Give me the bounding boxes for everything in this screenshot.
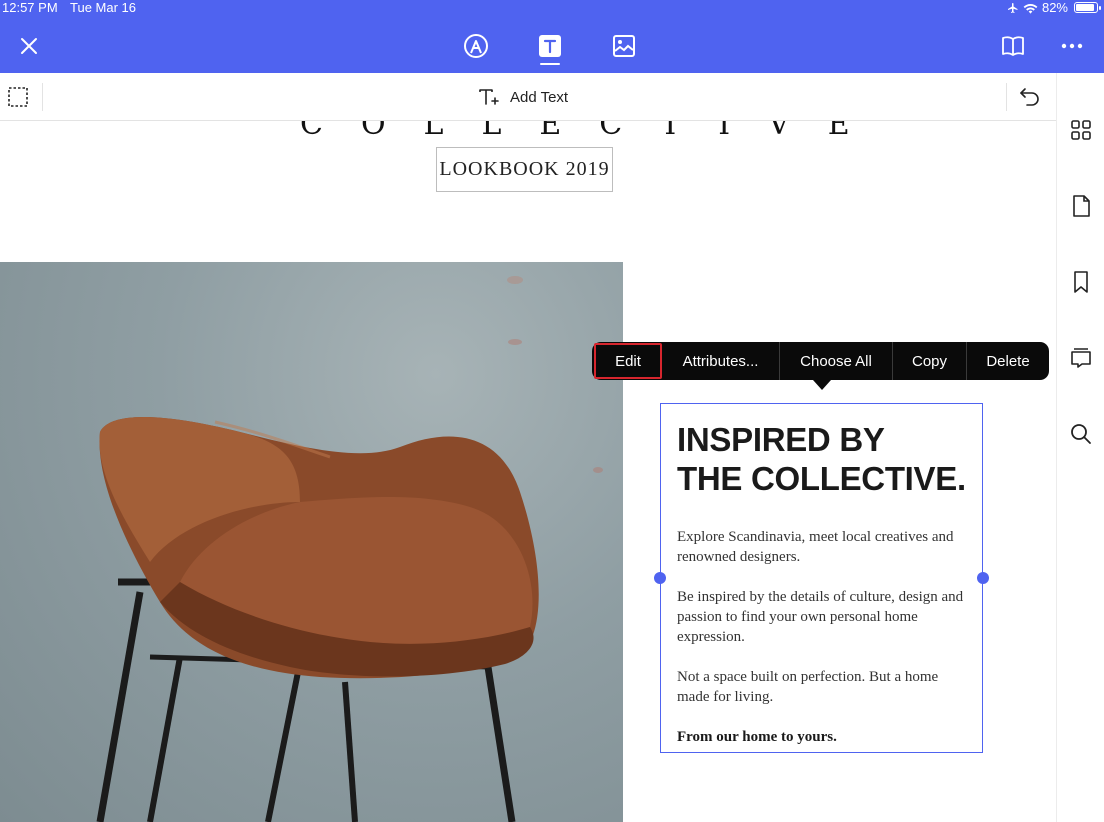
attributes-button[interactable]: Attributes...	[662, 342, 780, 380]
chair-photo[interactable]	[0, 262, 623, 822]
resize-handle-right[interactable]	[977, 572, 989, 584]
paragraph-1: Explore Scandinavia, meet local creative…	[677, 529, 954, 565]
chair-illustration	[96, 276, 603, 822]
edit-button[interactable]: Edit	[594, 343, 662, 379]
context-menu: Edit Attributes... Choose All Copy Delet…	[592, 342, 1049, 380]
bookmark-icon[interactable]	[1069, 270, 1093, 294]
book-icon[interactable]	[1000, 33, 1026, 59]
delete-button[interactable]: Delete	[967, 342, 1049, 380]
more-icon[interactable]	[1059, 33, 1085, 59]
document-page[interactable]: COLLECTIVE LOOKBOOK 2019 INSPIRED BY THE…	[0, 121, 1056, 822]
airplane-icon	[1007, 2, 1018, 13]
status-date: Tue Mar 16	[70, 0, 136, 15]
text-icon[interactable]	[537, 33, 563, 59]
choose-all-button[interactable]: Choose All	[780, 342, 893, 380]
battery-icon	[1074, 2, 1101, 13]
comment-icon[interactable]	[1069, 346, 1093, 370]
status-time: 12:57 PM	[2, 0, 58, 15]
battery-percent: 82%	[1041, 0, 1068, 15]
image-icon[interactable]	[611, 33, 637, 59]
add-text-button[interactable]: Add Text	[478, 87, 568, 107]
lookbook-label[interactable]: LOOKBOOK 2019	[436, 147, 613, 192]
heading-line-1: INSPIRED BY	[677, 421, 885, 458]
add-text-label: Add Text	[510, 88, 569, 106]
copy-button[interactable]: Copy	[893, 342, 967, 380]
selected-text-box[interactable]: INSPIRED BY THE COLLECTIVE. Explore Scan…	[654, 403, 989, 753]
undo-icon[interactable]	[1019, 87, 1041, 112]
add-text-icon	[479, 89, 499, 105]
status-indicators: 82%	[1007, 0, 1101, 15]
close-icon[interactable]	[16, 33, 42, 59]
paragraph-3: Not a space built on perfection. But a h…	[677, 669, 939, 705]
divider	[42, 83, 43, 111]
page-icon[interactable]	[1069, 194, 1093, 218]
annotate-icon[interactable]	[463, 33, 489, 59]
right-sidebar	[1056, 73, 1104, 822]
divider	[1006, 83, 1007, 111]
header-title: COLLECTIVE	[300, 121, 888, 142]
select-area-icon[interactable]	[8, 87, 28, 112]
search-icon[interactable]	[1069, 422, 1093, 446]
status-bar: 12:57 PM Tue Mar 16 82%	[0, 0, 1104, 16]
paragraph-4: From our home to yours.	[677, 729, 837, 745]
top-toolbar: 12:57 PM Tue Mar 16 82%	[0, 0, 1104, 73]
wifi-icon	[1023, 3, 1038, 14]
active-tab-indicator	[540, 63, 560, 65]
grid-icon[interactable]	[1069, 118, 1093, 142]
resize-handle-left[interactable]	[654, 572, 666, 584]
paragraph-2: Be inspired by the details of culture, d…	[677, 589, 964, 645]
context-menu-pointer	[813, 380, 831, 390]
edit-toolbar: Add Text	[0, 73, 1056, 121]
heading-line-2: THE COLLECTIVE.	[677, 460, 966, 497]
